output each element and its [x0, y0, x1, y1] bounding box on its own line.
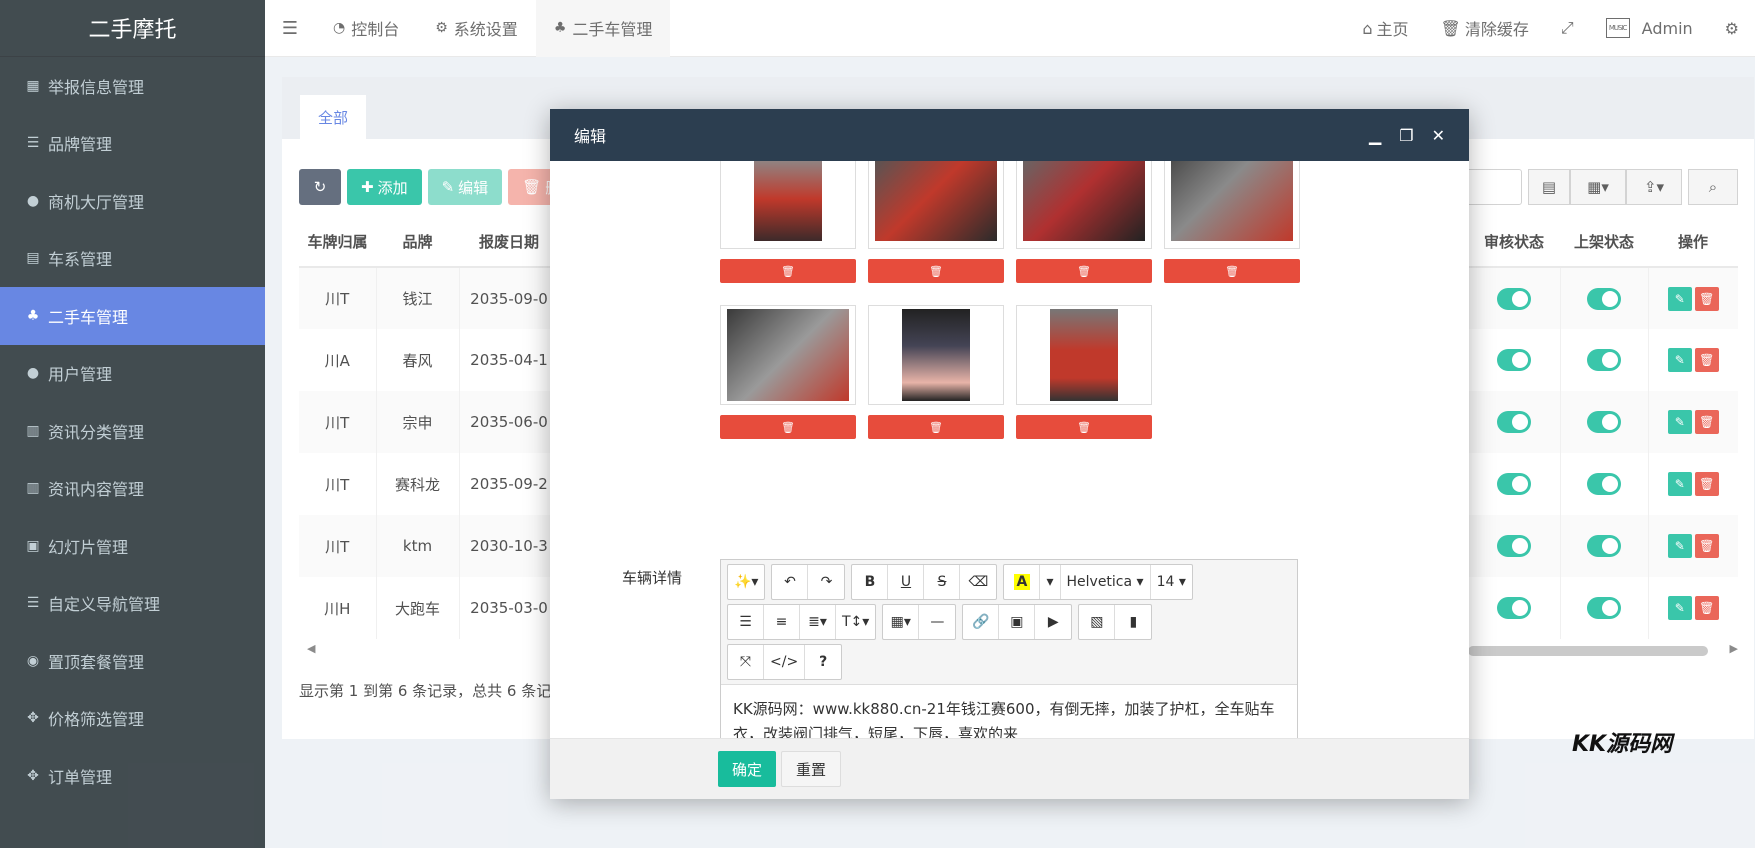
watermark: KK源码网	[1572, 732, 1673, 757]
unordered-list-icon[interactable]: ☰	[728, 605, 764, 639]
undo-icon[interactable]: ↶	[772, 565, 809, 599]
image-icon[interactable]: ▣	[999, 605, 1036, 639]
reset-button[interactable]: 重置	[781, 751, 842, 787]
fullscreen-icon[interactable]: ⤧	[728, 645, 764, 679]
delete-image-button[interactable]: 🗑	[1164, 259, 1300, 283]
bold-icon[interactable]: B	[852, 565, 889, 599]
delete-image-button[interactable]: 🗑	[1016, 259, 1152, 283]
motorcycle-image[interactable]	[1016, 161, 1152, 249]
font-size-select[interactable]: 14 ▾	[1151, 565, 1192, 599]
font-color-dropdown-icon[interactable]: ▾	[1040, 565, 1061, 599]
modal-title: 编辑	[574, 127, 607, 146]
motorcycle-image[interactable]	[868, 305, 1004, 405]
motorcycle-image[interactable]	[1016, 305, 1152, 405]
code-view-icon[interactable]: </>	[764, 645, 806, 679]
motorcycle-image[interactable]	[868, 161, 1004, 249]
editor-toolbar: ✨▾ ↶ ↷ B U S ⌫ A ▾ Helvetica ▾ 14 ▾ ☰ ≡ ≣▾ T↕▾ ▦▾ —…	[721, 560, 1297, 685]
delete-image-button[interactable]: 🗑	[868, 259, 1004, 283]
video-icon[interactable]: ▶	[1035, 605, 1071, 639]
file-icon[interactable]: ▮	[1115, 605, 1151, 639]
motorcycle-image[interactable]	[1164, 161, 1300, 249]
field-label-details: 车辆详情	[622, 569, 683, 587]
font-family-select[interactable]: Helvetica ▾	[1061, 565, 1151, 599]
trash-icon: 🗑	[781, 420, 795, 434]
edit-modal: 编辑 ▁ ❐ ✕ 🗑 🗑 🗑 🗑 🗑 🗑 🗑 车辆详情 ✨▾ ↶ ↷ B U S ⌫	[550, 109, 1469, 799]
align-icon[interactable]: ≣▾	[800, 605, 836, 639]
trash-icon: 🗑	[781, 264, 795, 278]
trash-icon: 🗑	[1077, 420, 1091, 434]
delete-image-button[interactable]: 🗑	[868, 415, 1004, 439]
strikethrough-icon[interactable]: S	[924, 565, 961, 599]
line-height-icon[interactable]: T↕▾	[836, 605, 875, 639]
minimize-icon[interactable]: ▁	[1369, 126, 1381, 145]
underline-icon[interactable]: U	[888, 565, 925, 599]
trash-icon: 🗑	[1077, 264, 1091, 278]
delete-image-button[interactable]: 🗑	[720, 415, 856, 439]
modal-controls: ▁ ❐ ✕	[1369, 126, 1445, 145]
trash-icon: 🗑	[1225, 264, 1239, 278]
motorcycle-image[interactable]	[720, 305, 856, 405]
modal-header: 编辑 ▁ ❐ ✕	[550, 109, 1469, 161]
trash-icon: 🗑	[929, 420, 943, 434]
font-color-icon[interactable]: A	[1004, 565, 1041, 599]
modal-footer: 确定 重置	[550, 738, 1469, 799]
editor-content[interactable]: KK源码网：www.kk880.cn-21年钱江赛600，有倒无摔，加装了护杠，…	[721, 685, 1297, 738]
image-upload-icon[interactable]: ▧	[1079, 605, 1116, 639]
rich-text-editor: ✨▾ ↶ ↷ B U S ⌫ A ▾ Helvetica ▾ 14 ▾ ☰ ≡ ≣▾ T↕▾ ▦▾ —…	[720, 559, 1298, 738]
redo-icon[interactable]: ↷	[808, 565, 844, 599]
help-icon[interactable]: ?	[805, 645, 841, 679]
magic-wand-icon[interactable]: ✨▾	[728, 565, 764, 599]
eraser-icon[interactable]: ⌫	[960, 565, 996, 599]
confirm-button[interactable]: 确定	[718, 751, 777, 787]
trash-icon: 🗑	[929, 264, 943, 278]
motorcycle-image[interactable]	[720, 161, 856, 249]
delete-image-button[interactable]: 🗑	[720, 259, 856, 283]
modal-body: 🗑 🗑 🗑 🗑 🗑 🗑 🗑 车辆详情 ✨▾ ↶ ↷ B U S ⌫ A ▾ Helvetic…	[550, 161, 1469, 738]
image-row-1: 🗑 🗑 🗑 🗑	[720, 161, 1300, 283]
delete-image-button[interactable]: 🗑	[1016, 415, 1152, 439]
image-row-2: 🗑 🗑 🗑	[720, 305, 1152, 439]
ordered-list-icon[interactable]: ≡	[764, 605, 800, 639]
horizontal-rule-icon[interactable]: —	[919, 605, 955, 639]
link-icon[interactable]: 🔗	[963, 605, 1000, 639]
close-icon[interactable]: ✕	[1432, 126, 1445, 145]
table-icon[interactable]: ▦▾	[883, 605, 920, 639]
maximize-icon[interactable]: ❐	[1399, 126, 1413, 145]
